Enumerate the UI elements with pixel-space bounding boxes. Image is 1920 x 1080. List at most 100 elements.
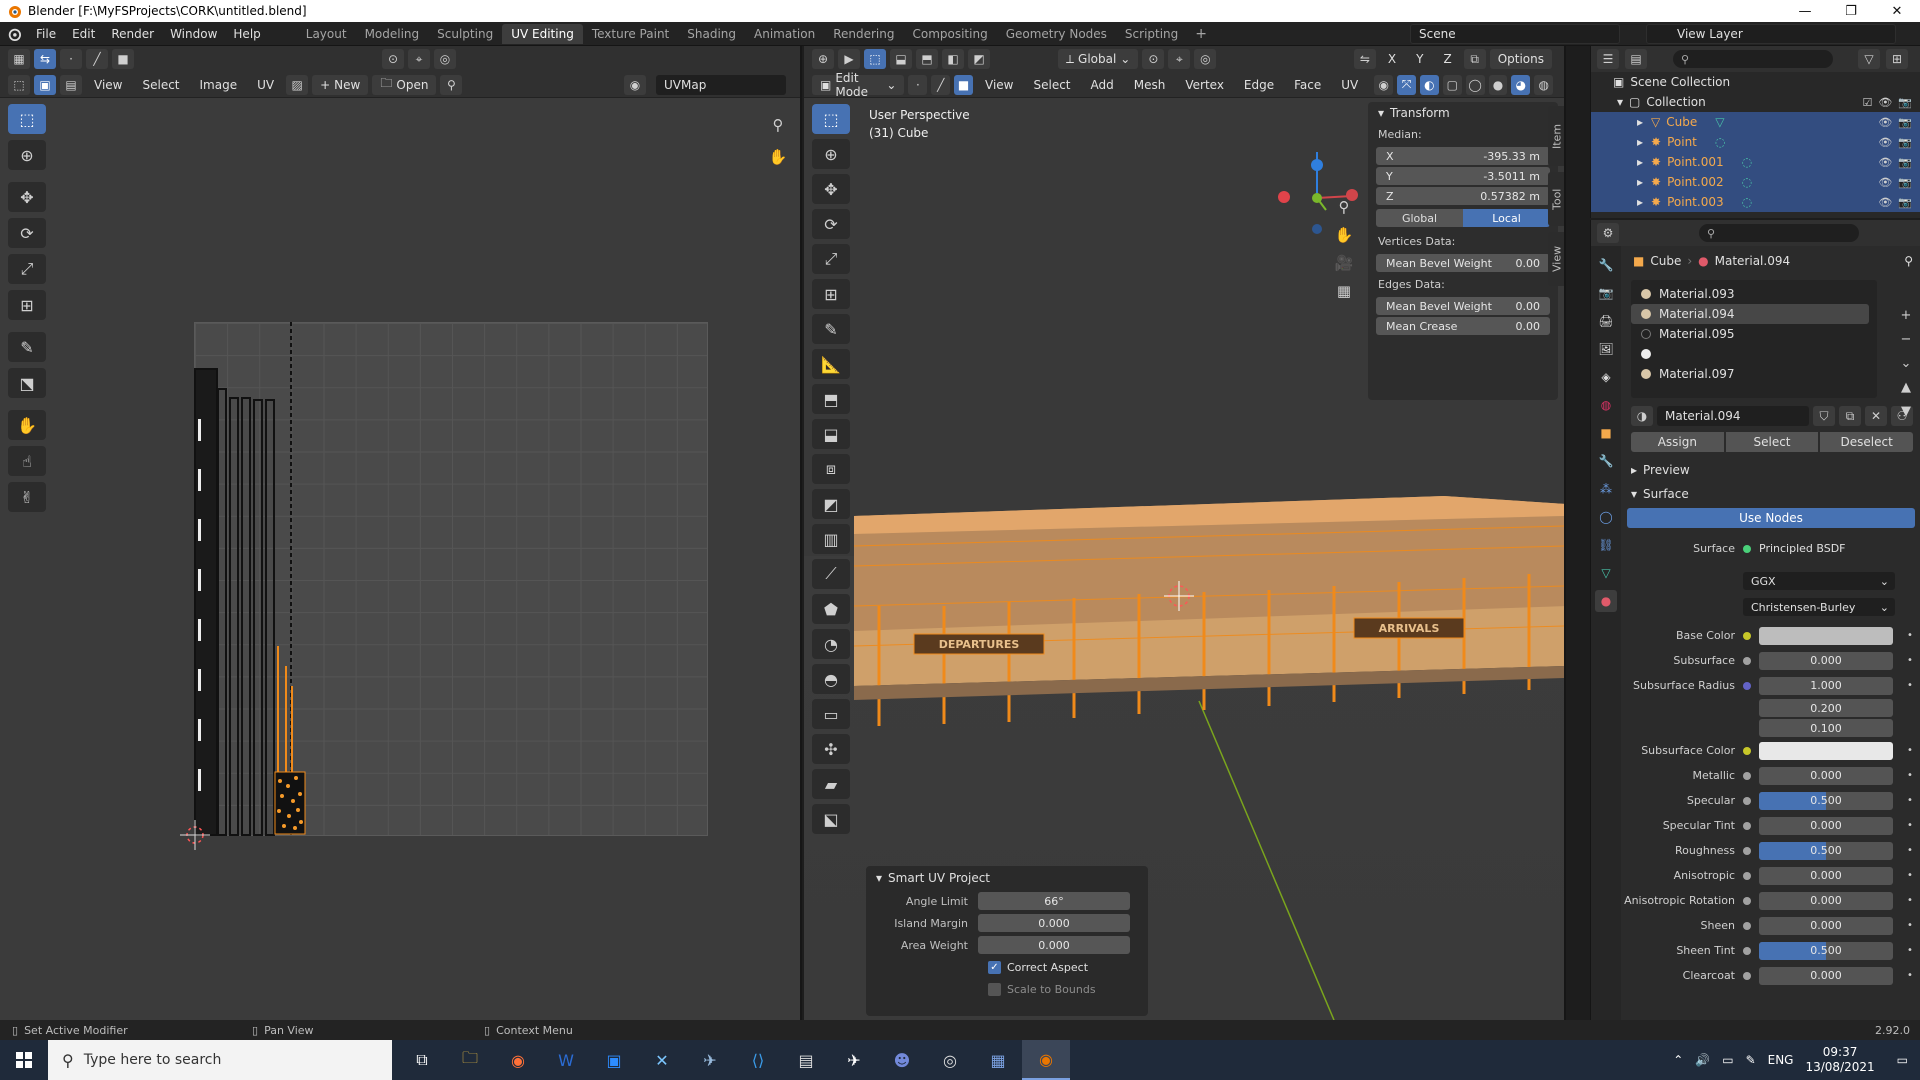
param-value-field[interactable]: 0.000	[1759, 766, 1893, 785]
keyframe-dot-icon[interactable]: •	[1907, 770, 1913, 781]
vertex-mean-bevel-weight-field[interactable]: Mean Bevel Weight 0.00	[1376, 254, 1550, 272]
assign-button[interactable]: Assign	[1631, 432, 1724, 452]
uv-editor[interactable]: ▦ ⇆ · ╱ ■ ⊙ ⌖ ◎ ⬚ ▣ ▤ View Select Image …	[0, 46, 802, 1020]
camera-icon[interactable]: 📷	[1898, 96, 1912, 109]
filter-icon[interactable]: ▽	[1858, 49, 1880, 69]
firefox-icon[interactable]: ◉	[494, 1040, 542, 1080]
vp-cursor-tool-icon[interactable]: ⊕	[812, 139, 850, 169]
vp-measure-tool-icon[interactable]: 📐	[812, 349, 850, 379]
annotate-tool-icon[interactable]: ✎	[8, 332, 46, 362]
camera-icon[interactable]: 📷	[1898, 136, 1912, 149]
menu-help[interactable]: Help	[225, 27, 268, 41]
outliner-item-point[interactable]: ▸ ✸ Point ◌ 👁 📷	[1591, 132, 1920, 152]
constraints-tab-icon[interactable]: ⛓	[1595, 534, 1617, 556]
word-icon[interactable]: W	[542, 1040, 590, 1080]
keyframe-dot-icon[interactable]: •	[1907, 945, 1913, 956]
angle-limit-field[interactable]: 66°	[978, 892, 1130, 910]
properties-search-input[interactable]: ⚲	[1699, 224, 1859, 242]
language-indicator[interactable]: ENG	[1768, 1053, 1794, 1067]
uvmap-selector[interactable]: UVMap	[656, 74, 786, 95]
bevel-tool-icon[interactable]: ◩	[812, 489, 850, 519]
outliner-item-point-001[interactable]: ▸ ✸ Point.001 ◌ 👁 📷	[1591, 152, 1920, 172]
editor-type-icon[interactable]: ▦	[8, 49, 30, 69]
rip-tool-icon[interactable]: ⬔	[8, 368, 46, 398]
param-value-field[interactable]: 0.000	[1759, 966, 1893, 985]
steam-icon[interactable]: ◎	[926, 1040, 974, 1080]
surface-section[interactable]: ▾ Surface	[1623, 482, 1920, 506]
param-value-field[interactable]: 0.500	[1759, 791, 1893, 810]
extrude-tool-icon[interactable]: ⬓	[812, 419, 850, 449]
add-workspace-icon[interactable]: +	[1187, 26, 1215, 42]
add-slot-icon[interactable]: +	[1897, 306, 1915, 324]
add-cube-tool-icon[interactable]: ⬒	[812, 384, 850, 414]
pin-icon[interactable]: ⚲	[440, 74, 463, 95]
modifier-tab-icon[interactable]: 🔧	[1595, 450, 1617, 472]
unlink-material-icon[interactable]: ✕	[1865, 406, 1887, 426]
pan-hand-icon[interactable]: ✋	[765, 144, 791, 170]
proportional-edit-icon[interactable]: ◎	[434, 49, 456, 69]
median-z-field[interactable]: Z 0.57382 m	[1376, 187, 1550, 205]
inset-tool-icon[interactable]: ⧈	[812, 454, 850, 484]
uv-menu-select[interactable]: Select	[134, 78, 187, 92]
keyframe-dot-icon[interactable]: •	[1907, 845, 1913, 856]
param-value-field[interactable]: 0.500	[1759, 941, 1893, 960]
scale-to-bounds-checkbox[interactable]: Scale to Bounds	[866, 978, 1148, 1000]
notifications-icon[interactable]: ▭	[1897, 1053, 1908, 1067]
render-tab-icon[interactable]: 📷	[1595, 282, 1617, 304]
uv-select-mode-icon[interactable]: ▣	[34, 74, 56, 95]
surface-shader-selector[interactable]: Principled BSDF	[1759, 542, 1846, 555]
new-collection-icon[interactable]: ⊞	[1886, 49, 1908, 69]
keyframe-dot-icon[interactable]: •	[1907, 680, 1913, 691]
select-button[interactable]: Select	[1725, 432, 1819, 452]
discord-icon[interactable]: ☻	[878, 1040, 926, 1080]
global-button[interactable]: Global	[1376, 209, 1463, 227]
tab-rendering[interactable]: Rendering	[824, 24, 903, 44]
properties-editor-type-icon[interactable]: ⚙	[1597, 223, 1619, 243]
param-value-field[interactable]: 0.500	[1759, 841, 1893, 860]
poly-build-tool-icon[interactable]: ⬟	[812, 594, 850, 624]
display-mode-icon[interactable]: ▤	[1625, 49, 1647, 69]
select-box-tool-icon[interactable]: ⬚	[8, 104, 46, 134]
eye-icon[interactable]: 👁	[1878, 156, 1892, 169]
new-image-button[interactable]: + New	[312, 74, 369, 95]
eye-icon[interactable]: 👁	[1878, 176, 1892, 189]
preview-section[interactable]: ▸ Preview	[1623, 458, 1920, 482]
smooth-tool-icon[interactable]: ◓	[812, 664, 850, 694]
spin-tool-icon[interactable]: ◔	[812, 629, 850, 659]
keyframe-dot-icon[interactable]: •	[1907, 920, 1913, 931]
param-value-field[interactable]: 0.000	[1759, 866, 1893, 885]
vp-annotate-tool-icon[interactable]: ✎	[812, 314, 850, 344]
vp-transform-tool-icon[interactable]: ⊞	[812, 279, 850, 309]
deselect-button[interactable]: Deselect	[1820, 432, 1914, 452]
taskbar-search-input[interactable]: ⚲ Type here to search	[48, 1040, 392, 1080]
zoom-icon[interactable]: ⚲	[765, 112, 791, 138]
data-tab-icon[interactable]: ▽	[1595, 562, 1617, 584]
material-tab-icon[interactable]: ●	[1595, 590, 1617, 612]
param-value-field[interactable]: 0.200	[1759, 699, 1893, 717]
transform-panel-header[interactable]: ▾ Transform	[1368, 102, 1558, 124]
area-weight-field[interactable]: 0.000	[978, 936, 1130, 954]
sync-selection-icon[interactable]: ⇆	[34, 49, 56, 69]
uv-grid[interactable]	[194, 322, 708, 836]
view-layer-selector[interactable]: View Layer	[1646, 24, 1896, 44]
keyframe-dot-icon[interactable]: •	[1907, 745, 1913, 756]
keyframe-dot-icon[interactable]: •	[1907, 655, 1913, 666]
fake-user-icon[interactable]: ⛉	[1813, 406, 1835, 426]
sidebar-tab-view[interactable]: View	[1548, 232, 1564, 286]
move-down-icon[interactable]: ▼	[1897, 402, 1915, 420]
pivot-icon[interactable]: ⊙	[382, 49, 404, 69]
param-value-field[interactable]: 0.000	[1759, 916, 1893, 935]
transform-tool-icon[interactable]: ⊞	[8, 290, 46, 320]
uv-menu-uv[interactable]: UV	[249, 78, 282, 92]
object-tab-icon[interactable]: ■	[1595, 422, 1617, 444]
move-up-icon[interactable]: ▲	[1897, 378, 1915, 396]
shrink-fatten-tool-icon[interactable]: ✣	[812, 734, 850, 764]
param-value-field[interactable]	[1759, 741, 1893, 760]
material-name-field[interactable]: Material.094	[1657, 406, 1809, 426]
vscode-icon[interactable]: ⟨⟩	[734, 1040, 782, 1080]
keyframe-dot-icon[interactable]: •	[1907, 630, 1913, 641]
tab-shading[interactable]: Shading	[678, 24, 745, 44]
view-layer-tab-icon[interactable]: 🖼	[1595, 338, 1617, 360]
distribution-dropdown[interactable]: GGX ⌄	[1743, 572, 1895, 590]
pinch-tool-icon[interactable]: ✌	[8, 482, 46, 512]
